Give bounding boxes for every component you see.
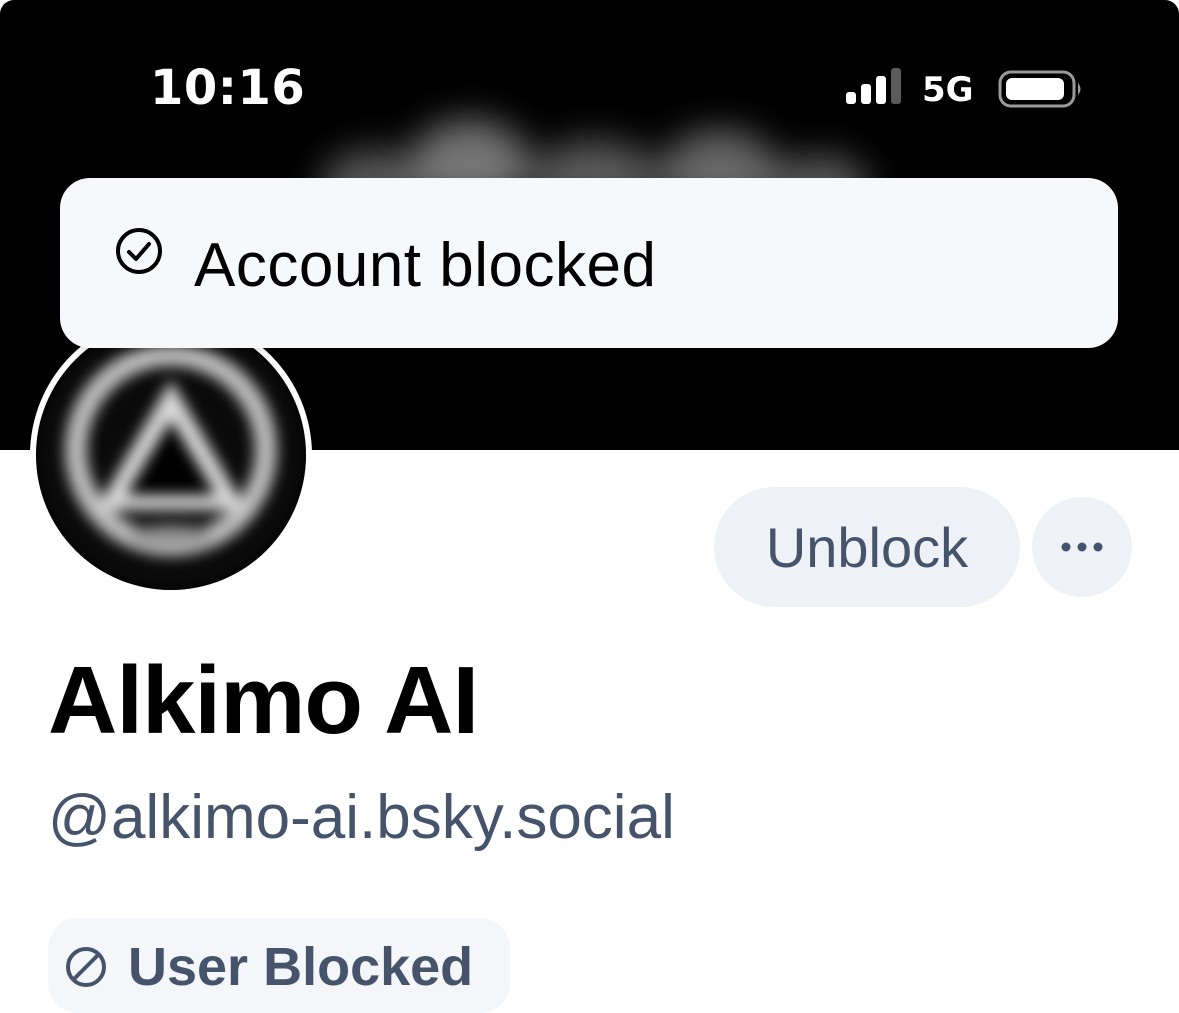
more-options-button[interactable] [1032,497,1132,597]
toast-notification: Account blocked [60,178,1118,348]
ellipsis-icon [1061,542,1103,552]
display-name: Alkimo AI [48,647,479,754]
network-type: 5G [922,70,974,110]
blocked-icon [66,947,106,987]
cellular-signal-icon [846,68,901,104]
status-bar: 10:16 5G [0,0,1179,180]
status-time: 10:16 [150,60,306,116]
check-circle-icon [116,228,162,274]
avatar[interactable] [30,314,312,596]
profile-handle: @alkimo-ai.bsky.social [48,783,675,852]
toast-message: Account blocked [194,231,657,300]
user-blocked-badge: User Blocked [48,918,510,1013]
user-blocked-label: User Blocked [128,937,474,997]
battery-icon [998,70,1081,108]
avatar-image [36,320,306,590]
unblock-button[interactable]: Unblock [714,487,1020,607]
